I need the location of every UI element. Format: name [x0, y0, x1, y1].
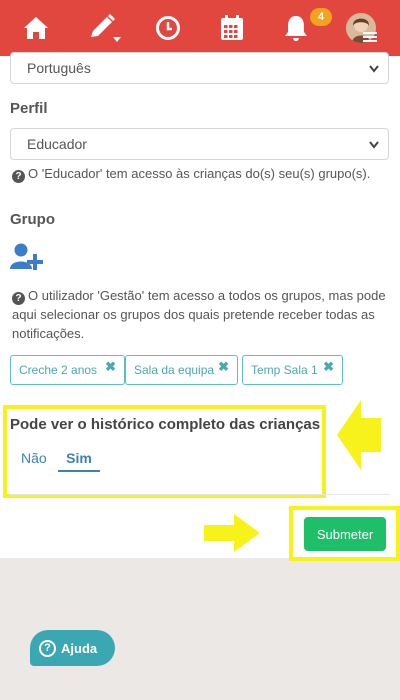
history-option-nao[interactable]: Não	[21, 450, 47, 466]
group-chip-label: Creche 2 anos	[19, 363, 98, 377]
group-chip-label: Temp Sala 1	[251, 363, 318, 377]
grupo-label: Grupo	[10, 211, 55, 228]
perfil-help-text: ? O 'Educador' tem acesso às crianças do(…	[12, 164, 370, 183]
perfil-label: Perfil	[10, 100, 48, 117]
group-chip[interactable]: Temp Sala 1 ✖	[242, 355, 343, 385]
user-form-card: Português Perfil Educador ? O 'Educador' …	[0, 52, 400, 561]
grupo-help-line-1: O utilizador 'Gestão' tem acesso a todos…	[28, 288, 386, 303]
notification-badge: 4	[310, 8, 332, 26]
divider	[10, 494, 390, 495]
arrow-left-icon	[335, 398, 383, 477]
home-icon[interactable]	[18, 10, 54, 46]
history-option-sim[interactable]: Sim	[58, 450, 100, 472]
grupo-help-line-3: notificações.	[12, 326, 85, 341]
top-navigation-bar: 4	[0, 0, 400, 56]
group-chip[interactable]: Sala da equipa ✖	[125, 355, 238, 385]
help-button[interactable]: ? Ajuda	[30, 630, 115, 666]
group-chip-label: Sala da equipa	[134, 363, 215, 377]
perfil-select-value: Educador	[27, 136, 87, 152]
edit-icon[interactable]	[86, 10, 122, 46]
language-select-value: Português	[27, 60, 91, 76]
language-select[interactable]: Português	[10, 52, 389, 84]
close-icon[interactable]: ✖	[218, 359, 229, 375]
menu-icon[interactable]	[363, 30, 377, 42]
add-user-icon[interactable]	[10, 242, 46, 277]
calendar-icon[interactable]	[214, 10, 250, 46]
close-icon[interactable]: ✖	[105, 359, 116, 375]
grupo-help-text: ? O utilizador 'Gestão' tem acesso a todo…	[12, 286, 392, 343]
question-icon: ?	[39, 639, 56, 657]
chevron-down-icon	[369, 141, 379, 149]
question-icon: ?	[12, 292, 25, 305]
history-label: Pode ver o histórico completo das crianç…	[10, 416, 321, 433]
bell-icon[interactable]	[278, 10, 314, 46]
help-button-label: Ajuda	[61, 640, 98, 656]
grupo-help-line-2: aqui selecionar os grupos dos quais pret…	[12, 307, 375, 322]
chevron-down-icon	[369, 65, 379, 73]
arrow-right-icon	[204, 514, 262, 557]
clock-icon[interactable]	[150, 10, 186, 46]
group-chip[interactable]: Creche 2 anos ✖	[10, 355, 125, 385]
question-icon: ?	[12, 170, 25, 183]
perfil-select[interactable]: Educador	[10, 128, 389, 160]
submit-button[interactable]: Submeter	[304, 517, 386, 551]
perfil-help-message: O 'Educador' tem acesso às crianças do(s…	[28, 166, 371, 181]
close-icon[interactable]: ✖	[323, 359, 334, 375]
